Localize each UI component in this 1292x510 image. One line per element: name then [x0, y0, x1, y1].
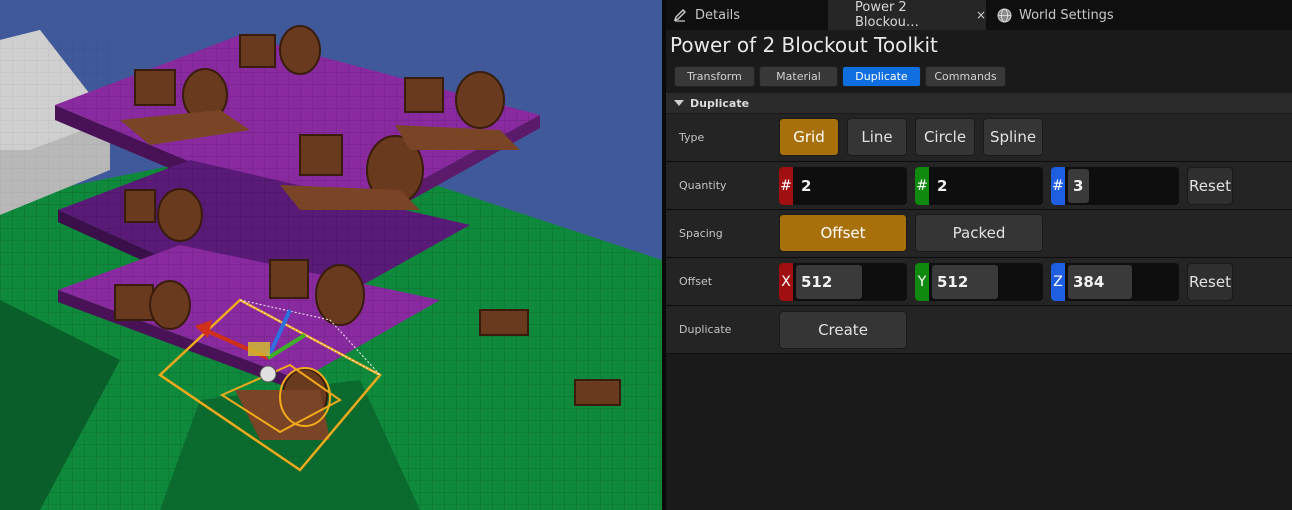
quantity-x-value: 2: [801, 177, 812, 195]
type-grid-button[interactable]: Grid: [779, 118, 839, 156]
section-title: Duplicate: [690, 96, 750, 110]
quantity-z-value: 3: [1073, 177, 1084, 195]
duplicate-label: Duplicate: [679, 323, 732, 336]
tab-blockout-toolkit[interactable]: Power 2 Blockou… ×: [828, 0, 986, 30]
quantity-x-tag: #: [779, 167, 793, 205]
quantity-y-value: 2: [937, 177, 948, 195]
toolkit-subtabs: Transform Material Duplicate Commands: [674, 66, 1010, 87]
duplicate-section-header[interactable]: Duplicate: [666, 93, 1292, 113]
offset-x-field[interactable]: X 512: [779, 263, 907, 301]
offset-label: Offset: [679, 275, 713, 288]
subtab-duplicate[interactable]: Duplicate: [842, 66, 921, 87]
tab-world-settings-label: World Settings: [1019, 7, 1114, 23]
subtab-transform[interactable]: Transform: [674, 66, 755, 87]
type-line-button[interactable]: Line: [847, 118, 907, 156]
offset-z-field[interactable]: Z 384: [1051, 263, 1179, 301]
type-spline-button[interactable]: Spline: [983, 118, 1043, 156]
spacing-packed-button[interactable]: Packed: [915, 214, 1043, 252]
tab-blockout-toolkit-label: Power 2 Blockou…: [855, 0, 919, 30]
quantity-z-field[interactable]: # 3: [1051, 167, 1179, 205]
quantity-y-tag: #: [915, 167, 929, 205]
subtab-material[interactable]: Material: [759, 66, 838, 87]
quantity-z-tag: #: [1051, 167, 1065, 205]
type-row: Type Grid Line Circle Spline: [666, 114, 1292, 162]
offset-x-tag: X: [779, 263, 793, 301]
tab-details-label: Details: [695, 7, 741, 23]
offset-z-value: 384: [1073, 273, 1105, 291]
offset-x-value: 512: [801, 273, 833, 291]
create-button[interactable]: Create: [779, 311, 907, 349]
offset-reset-button[interactable]: Reset: [1187, 263, 1233, 301]
level-viewport[interactable]: [0, 0, 662, 510]
close-icon[interactable]: ×: [976, 8, 986, 22]
subtab-commands[interactable]: Commands: [925, 66, 1006, 87]
type-label: Type: [679, 131, 705, 144]
spacing-row: Spacing Offset Packed: [666, 210, 1292, 258]
offset-y-tag: Y: [915, 263, 929, 301]
duplicate-row: Duplicate Create: [666, 306, 1292, 354]
offset-y-value: 512: [937, 273, 969, 291]
offset-y-field[interactable]: Y 512: [915, 263, 1043, 301]
spacing-offset-button[interactable]: Offset: [779, 214, 907, 252]
duplicate-properties: Type Grid Line Circle Spline Quantity # …: [666, 114, 1292, 354]
quantity-label: Quantity: [679, 179, 727, 192]
tab-world-settings[interactable]: World Settings: [996, 0, 1146, 30]
page-title: Power of 2 Blockout Toolkit: [670, 33, 938, 57]
details-panel: Details Power 2 Blockou… × World Setting…: [666, 0, 1292, 510]
offset-z-tag: Z: [1051, 263, 1065, 301]
spacing-label: Spacing: [679, 227, 723, 240]
collapse-triangle-icon: [674, 100, 684, 106]
offset-row: Offset X 512 Y 512 Z 384 Reset: [666, 258, 1292, 306]
quantity-x-field[interactable]: # 2: [779, 167, 907, 205]
type-circle-button[interactable]: Circle: [915, 118, 975, 156]
quantity-reset-button[interactable]: Reset: [1187, 167, 1233, 205]
tab-details[interactable]: Details: [672, 0, 822, 30]
quantity-row: Quantity # 2 # 2 # 3 Reset: [666, 162, 1292, 210]
pencil-icon: [672, 7, 688, 23]
viewport-scene: [0, 0, 662, 510]
quantity-y-field[interactable]: # 2: [915, 167, 1043, 205]
globe-icon: [996, 7, 1012, 23]
panel-tab-bar: Details Power 2 Blockou… × World Setting…: [666, 0, 1292, 30]
